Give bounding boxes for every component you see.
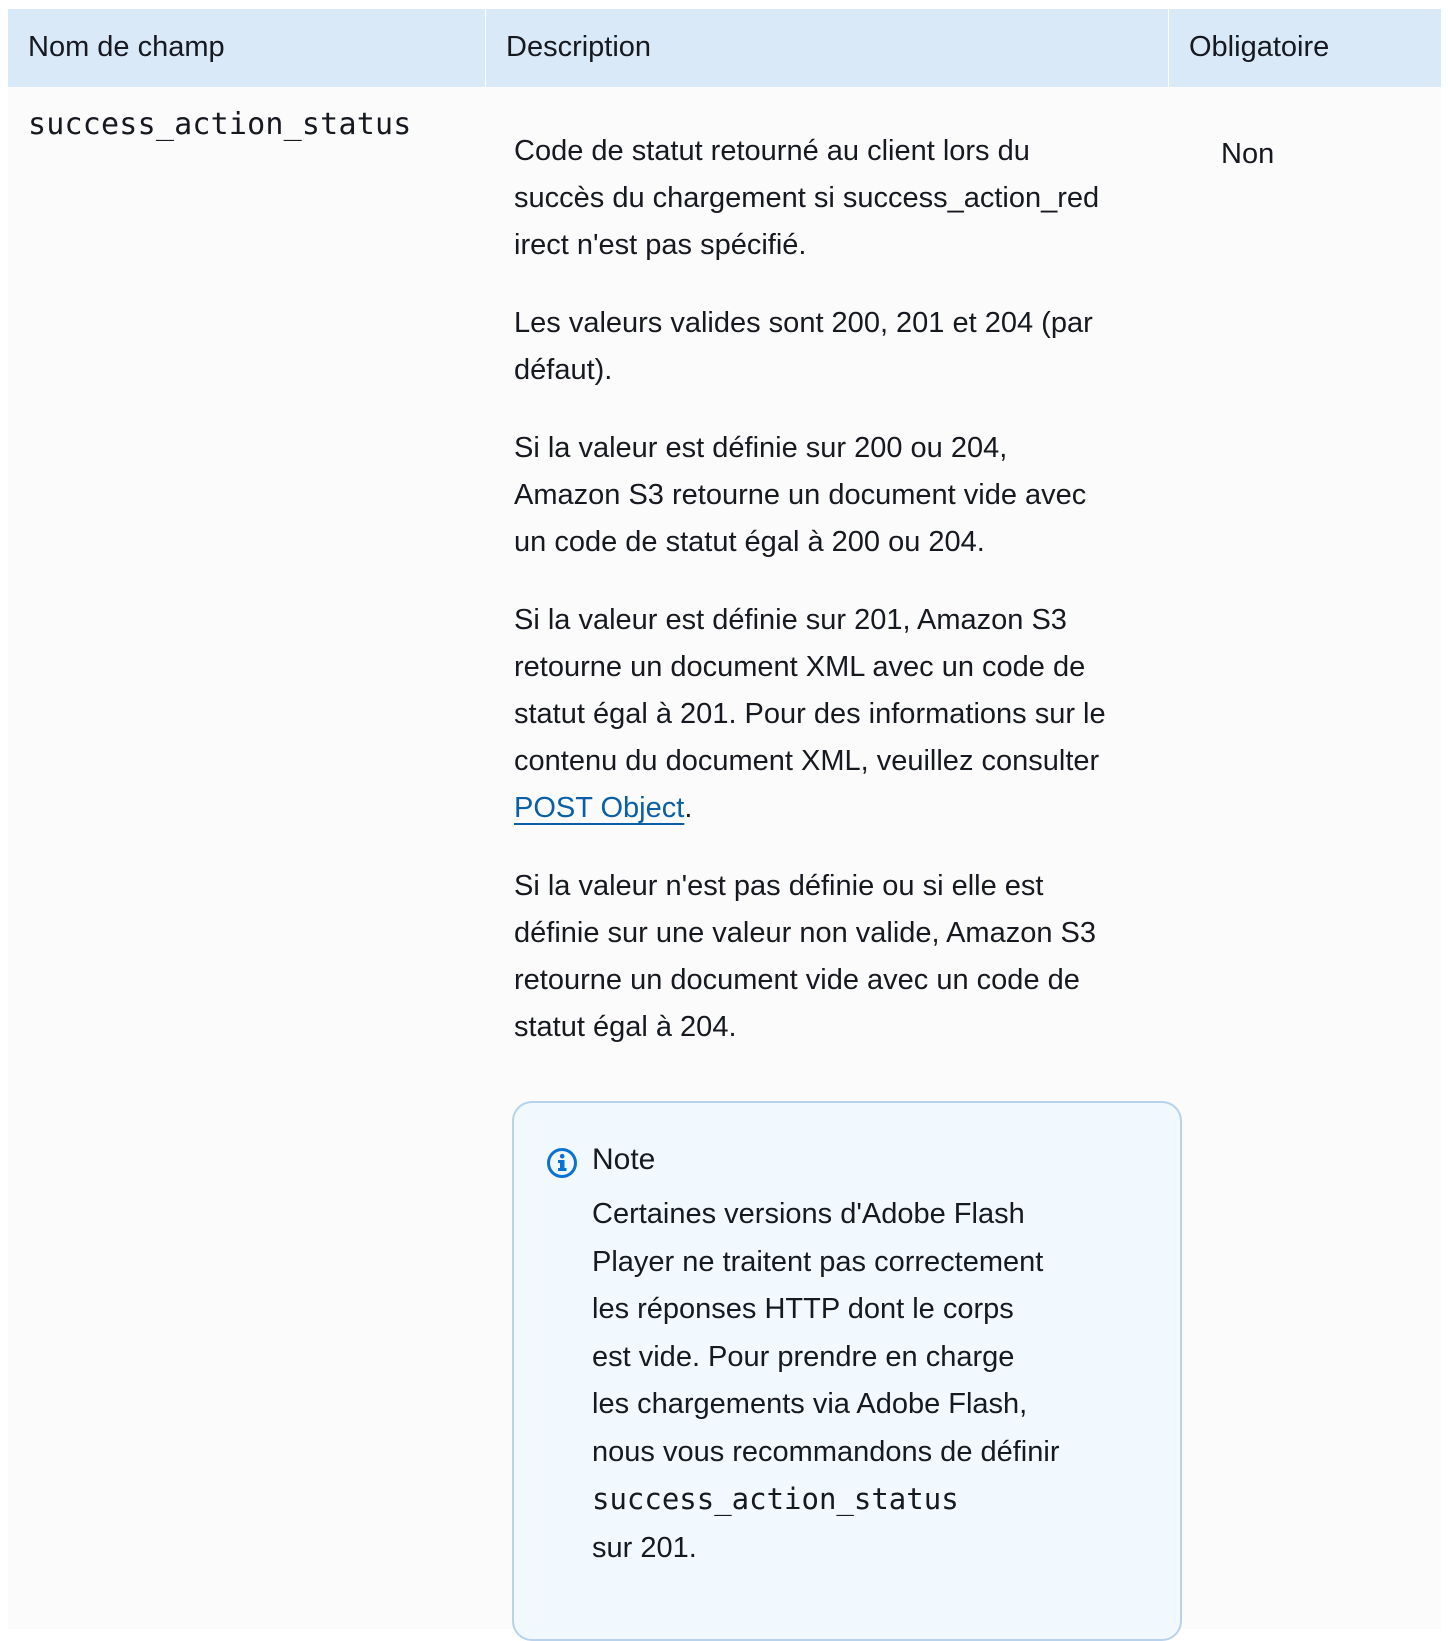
text-line: Les valeurs valides sont 200, 201 et 204… (514, 307, 1093, 339)
description-cell: Code de statut retourné au client lors d… (514, 128, 1194, 1082)
text-line: Certaines versions d'Adobe Flash (592, 1198, 1025, 1230)
table-header-row: Nom de champ Description Obligatoire (8, 9, 1441, 87)
text-line: statut égal à 204. (514, 1011, 737, 1043)
description-paragraph: Si la valeur est définie sur 200 ou 204,… (514, 425, 1194, 566)
header-divider (1168, 9, 1169, 87)
text-line: un code de statut égal à 200 ou 204. (514, 526, 985, 558)
text-line: Code de statut retourné au client lors d… (514, 135, 1030, 167)
required-cell: Non (1221, 138, 1275, 170)
text-line: les réponses HTTP dont le corps (592, 1293, 1014, 1325)
text-line: Amazon S3 retourne un document vide avec (514, 479, 1087, 511)
info-icon (547, 1148, 577, 1178)
text-line: Si la valeur est définie sur 201, Amazon… (514, 604, 1067, 636)
text-line: statut égal à 201. Pour des informations… (514, 698, 1106, 730)
header-field-name: Nom de champ (28, 31, 225, 63)
description-paragraph: Code de statut retourné au client lors d… (514, 128, 1194, 269)
description-paragraph: Si la valeur n'est pas définie ou si ell… (514, 863, 1194, 1051)
text-line: est vide. Pour prendre en charge (592, 1340, 1015, 1373)
text-line: retourne un document vide avec un code d… (514, 964, 1080, 996)
text-line: les chargements via Adobe Flash, (592, 1388, 1028, 1420)
text-line: définie sur une valeur non valide, Amazo… (514, 917, 1096, 949)
text-line: . (684, 792, 693, 824)
header-required: Obligatoire (1189, 31, 1330, 63)
text-line: sur 201. (592, 1531, 697, 1564)
text-line: retourne un document XML avec un code de (514, 651, 1086, 683)
header-divider (485, 9, 486, 87)
field-name-cell: success_action_status (28, 107, 412, 142)
text-line: Player ne traitent pas correctement (592, 1245, 1044, 1278)
text-line: défaut). (514, 354, 613, 386)
note-box: Note Certaines versions d'Adobe Flash Pl… (512, 1101, 1182, 1641)
inline-code: success_action_status (592, 1482, 959, 1516)
note-title: Note (592, 1143, 656, 1176)
post-object-link[interactable]: POST Object (514, 792, 684, 824)
header-description: Description (506, 31, 652, 63)
description-paragraph: Si la valeur est définie sur 201, Amazon… (514, 597, 1194, 832)
note-body: Certaines versions d'Adobe Flash Player … (592, 1191, 1132, 1572)
text-line: contenu du document XML, veuillez consul… (514, 745, 1100, 777)
text-line: nous vous recommandons de définir (592, 1435, 1060, 1468)
text-line: irect n'est pas spécifié. (514, 229, 807, 261)
description-paragraph: Les valeurs valides sont 200, 201 et 204… (514, 300, 1194, 394)
text-line: succès du chargement si success_action_r… (514, 182, 1100, 214)
text-line: Si la valeur n'est pas définie ou si ell… (514, 870, 1044, 902)
text-line: Si la valeur est définie sur 200 ou 204, (514, 432, 1008, 464)
